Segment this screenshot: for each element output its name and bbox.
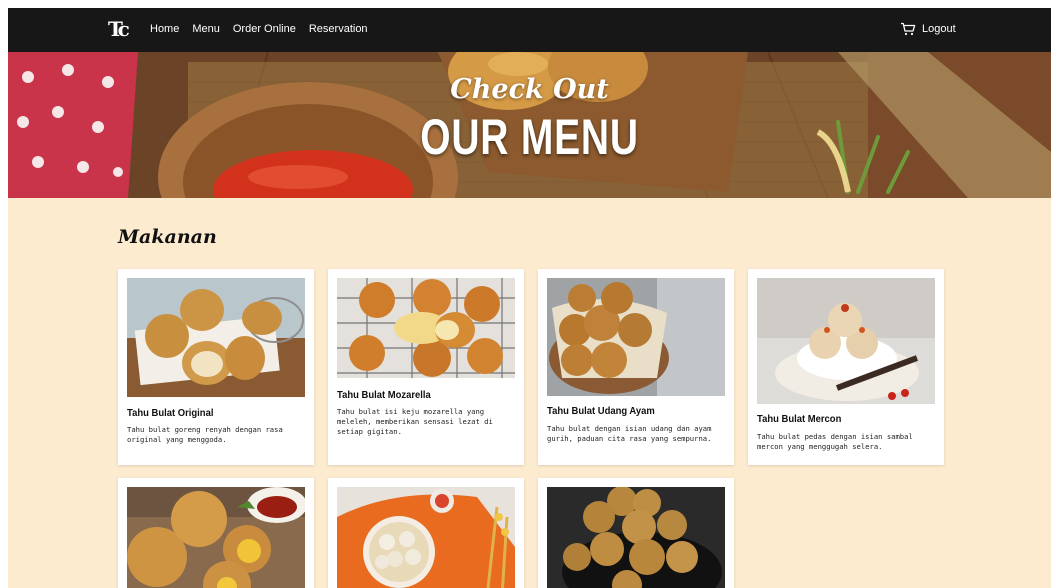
item-description: Tahu bulat pedas dengan isian sambal mer… [757, 432, 913, 451]
item-description: Tahu bulat goreng renyah dengan rasa ori… [127, 425, 283, 444]
page-frame: Tc Home Menu Order Online Reservation Lo… [8, 8, 1051, 588]
food-photo [337, 487, 515, 588]
nav-link-home[interactable]: Home [150, 23, 179, 35]
hero-title: OUR MENU [420, 109, 639, 165]
nav-link-menu[interactable]: Menu [192, 23, 220, 35]
food-photo [127, 278, 305, 397]
food-photo [547, 278, 725, 396]
food-photo [547, 487, 725, 588]
item-name: Tahu Bulat Udang Ayam [547, 405, 655, 417]
food-photo [757, 278, 935, 404]
menu-card[interactable] [328, 478, 524, 588]
navbar: Tc Home Menu Order Online Reservation Lo… [8, 8, 1051, 52]
nav-link-reservation[interactable]: Reservation [309, 23, 368, 35]
menu-card[interactable] [118, 478, 314, 588]
nav-link-order-online[interactable]: Order Online [233, 23, 296, 35]
item-name: Tahu Bulat Original [127, 407, 214, 419]
cart-icon[interactable] [900, 22, 916, 36]
brand-logo[interactable]: Tc [108, 17, 130, 41]
section-title: Makanan [118, 226, 217, 248]
logout-link[interactable]: Logout [922, 23, 956, 35]
menu-card[interactable]: Tahu Bulat Mozarella Tahu bulat isi keju… [328, 269, 524, 465]
item-description: Tahu bulat isi keju mozarella yang melel… [337, 407, 493, 436]
menu-card[interactable]: Tahu Bulat Original Tahu bulat goreng re… [118, 269, 314, 465]
hero-banner: Check Out OUR MENU [8, 52, 1051, 198]
food-photo [127, 487, 305, 588]
item-name: Tahu Bulat Mozarella [337, 389, 431, 401]
menu-card[interactable]: Tahu Bulat Mercon Tahu bulat pedas denga… [748, 269, 944, 465]
item-name: Tahu Bulat Mercon [757, 413, 842, 425]
hero-subtitle: Check Out [450, 74, 609, 105]
food-photo [337, 278, 515, 378]
menu-card[interactable]: Tahu Bulat Udang Ayam Tahu bulat dengan … [538, 269, 734, 465]
nav-links: Home Menu Order Online Reservation [150, 23, 381, 35]
menu-card[interactable] [538, 478, 734, 588]
item-description: Tahu bulat dengan isian udang dan ayam g… [547, 424, 712, 443]
